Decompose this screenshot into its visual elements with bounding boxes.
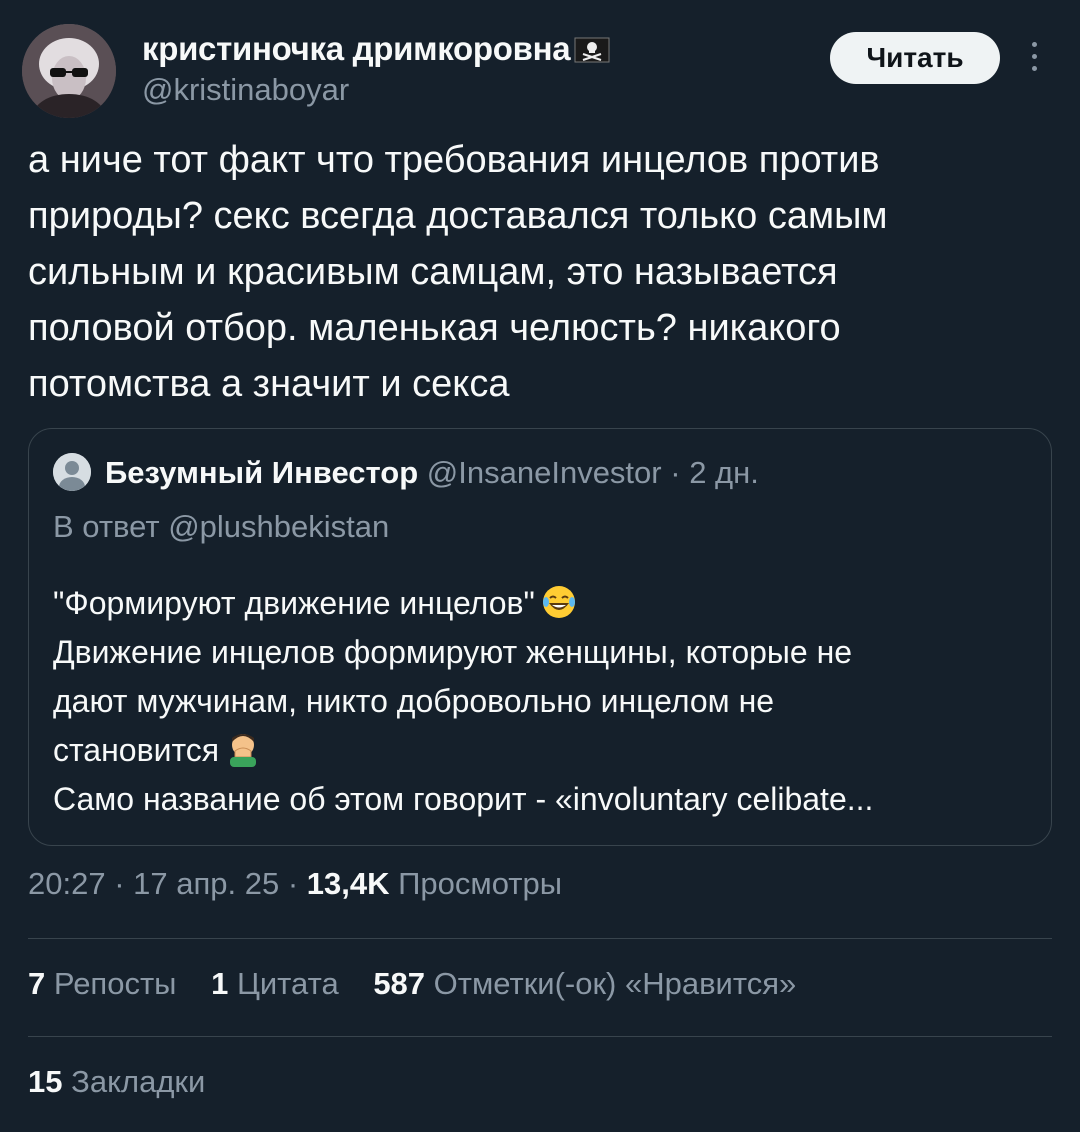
quoted-line-1-text: "Формируют движение инцелов" <box>53 585 535 621</box>
quoted-author-name[interactable]: Безумный Инвестор <box>105 455 418 490</box>
quoted-separator: · <box>661 455 690 490</box>
reposts-stat[interactable]: 7 Репосты <box>28 966 176 1001</box>
quoted-line-1: "Формируют движение инцелов" <box>53 579 1033 628</box>
author-display-name[interactable]: кристиночка дримкоровна <box>142 30 610 68</box>
bookmarks-label: Закладки <box>71 1064 206 1099</box>
quoted-time[interactable]: 2 дн. <box>689 455 759 490</box>
quoted-reply-to: В ответ @plushbekistan <box>53 509 390 544</box>
divider-top <box>28 938 1052 939</box>
reposts-count: 7 <box>28 966 46 1001</box>
quoted-line-2: Движение инцелов формируют женщины, кото… <box>53 634 853 670</box>
quoted-header: Безумный Инвестор @InsaneInvestor · 2 дн… <box>105 453 759 493</box>
views-label: Просмотры <box>398 866 562 901</box>
likes-count: 587 <box>373 966 426 1001</box>
quoted-tweet-card[interactable]: Безумный Инвестор @InsaneInvestor · 2 дн… <box>28 428 1052 846</box>
meta-separator-1: · <box>105 866 134 901</box>
quotes-label: Цитата <box>236 966 339 1001</box>
tweet-page: кристиночка дримкоровна @kristinaboyar Ч… <box>0 0 1080 1132</box>
tweet-meta: 20:27 · 17 апр. 25 · 13,4K Просмотры <box>28 866 562 902</box>
quoted-line-5: Само название об этом говорит - «involun… <box>53 781 874 817</box>
tweet-text: а ниче тот факт что требования инцелов п… <box>28 139 888 405</box>
follow-button[interactable]: Читать <box>830 32 1000 84</box>
bookmarks-count: 15 <box>28 1064 63 1099</box>
quoted-text: "Формируют движение инцелов" Движение ин… <box>53 579 1033 824</box>
tweet-time[interactable]: 20:27 <box>28 866 106 901</box>
likes-stat[interactable]: 587 Отметки(-ок) «Нравится» <box>373 966 796 1001</box>
author-name-text: кристиночка дримкоровна <box>142 30 571 67</box>
views-count: 13,4K <box>306 866 390 901</box>
more-options-icon[interactable] <box>1022 42 1046 76</box>
reposts-label: Репосты <box>53 966 177 1001</box>
bookmarks-stat[interactable]: 15 Закладки <box>28 1064 205 1100</box>
author-handle[interactable]: @kristinaboyar <box>142 72 349 108</box>
quoted-author-handle[interactable]: @InsaneInvestor <box>427 455 662 490</box>
quoted-line-4: становится <box>53 726 1033 775</box>
quoted-line-3: дают мужчинам, никто добровольно инцелом… <box>53 683 775 719</box>
author-avatar[interactable] <box>22 24 116 118</box>
quotes-count: 1 <box>211 966 229 1001</box>
divider-bottom <box>28 1036 1052 1037</box>
quoted-line-4-text: становится <box>53 732 220 768</box>
tears-of-joy-icon <box>541 584 577 620</box>
meta-separator-2: · <box>279 866 307 901</box>
quotes-stat[interactable]: 1 Цитата <box>211 966 339 1001</box>
quoted-author-avatar[interactable] <box>53 453 91 491</box>
pirate-flag-icon <box>574 33 610 63</box>
likes-label: Отметки(-ок) «Нравится» <box>433 966 797 1001</box>
man-facepalming-icon <box>225 731 261 767</box>
engagement-stats: 7 Репосты 1 Цитата 587 Отметки(-ок) «Нра… <box>28 966 822 1002</box>
tweet-date[interactable]: 17 апр. 25 <box>133 866 279 901</box>
